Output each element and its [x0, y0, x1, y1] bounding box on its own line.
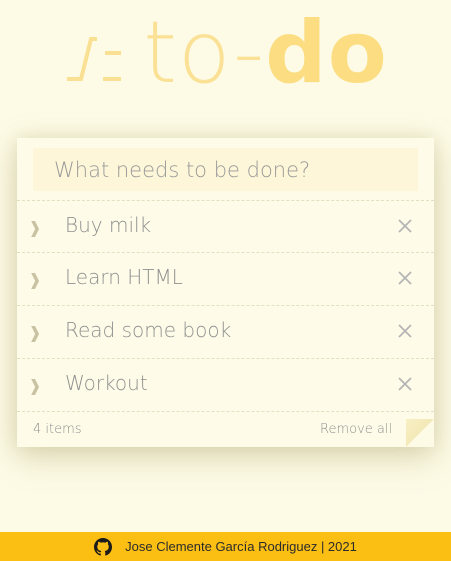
logo-text-light: to-	[143, 3, 266, 103]
chevron-right-icon[interactable]: ❱	[25, 374, 45, 396]
todo-label[interactable]: Workout	[65, 371, 148, 395]
todo-card: ❱ Buy milk ❱ Learn HTML ❱ Read some book…	[17, 138, 434, 447]
todo-item: ❱ Workout	[17, 359, 434, 412]
new-todo-input[interactable]	[33, 148, 418, 191]
page-curl-corner	[406, 419, 434, 447]
close-icon[interactable]	[394, 320, 416, 342]
logo-mark-icon	[67, 37, 122, 81]
item-count: 4 items	[33, 422, 82, 437]
close-icon[interactable]	[394, 215, 416, 237]
app-logo: to-do	[0, 8, 451, 98]
logo-text-bold: do	[265, 3, 388, 103]
todo-item: ❱ Read some book	[17, 306, 434, 359]
chevron-right-icon[interactable]: ❱	[25, 216, 45, 238]
todo-label[interactable]: Learn HTML	[65, 265, 183, 289]
chevron-right-icon[interactable]: ❱	[25, 268, 45, 290]
todo-label[interactable]: Buy milk	[65, 213, 151, 237]
todo-footer: 4 items Remove all	[17, 412, 434, 447]
close-icon[interactable]	[394, 373, 416, 395]
site-footer: Jose Clemente García Rodriguez | 2021	[0, 532, 451, 561]
todo-label[interactable]: Read some book	[65, 318, 231, 342]
github-icon[interactable]	[94, 537, 113, 556]
todo-item: ❱ Buy milk	[17, 200, 434, 253]
close-icon[interactable]	[394, 267, 416, 289]
todo-list: ❱ Buy milk ❱ Learn HTML ❱ Read some book…	[17, 200, 434, 412]
todo-item: ❱ Learn HTML	[17, 253, 434, 306]
logo-text: to-do	[143, 10, 388, 96]
remove-all-button[interactable]: Remove all	[320, 422, 392, 437]
chevron-right-icon[interactable]: ❱	[25, 321, 45, 343]
credit-text: Jose Clemente García Rodriguez | 2021	[125, 539, 357, 554]
